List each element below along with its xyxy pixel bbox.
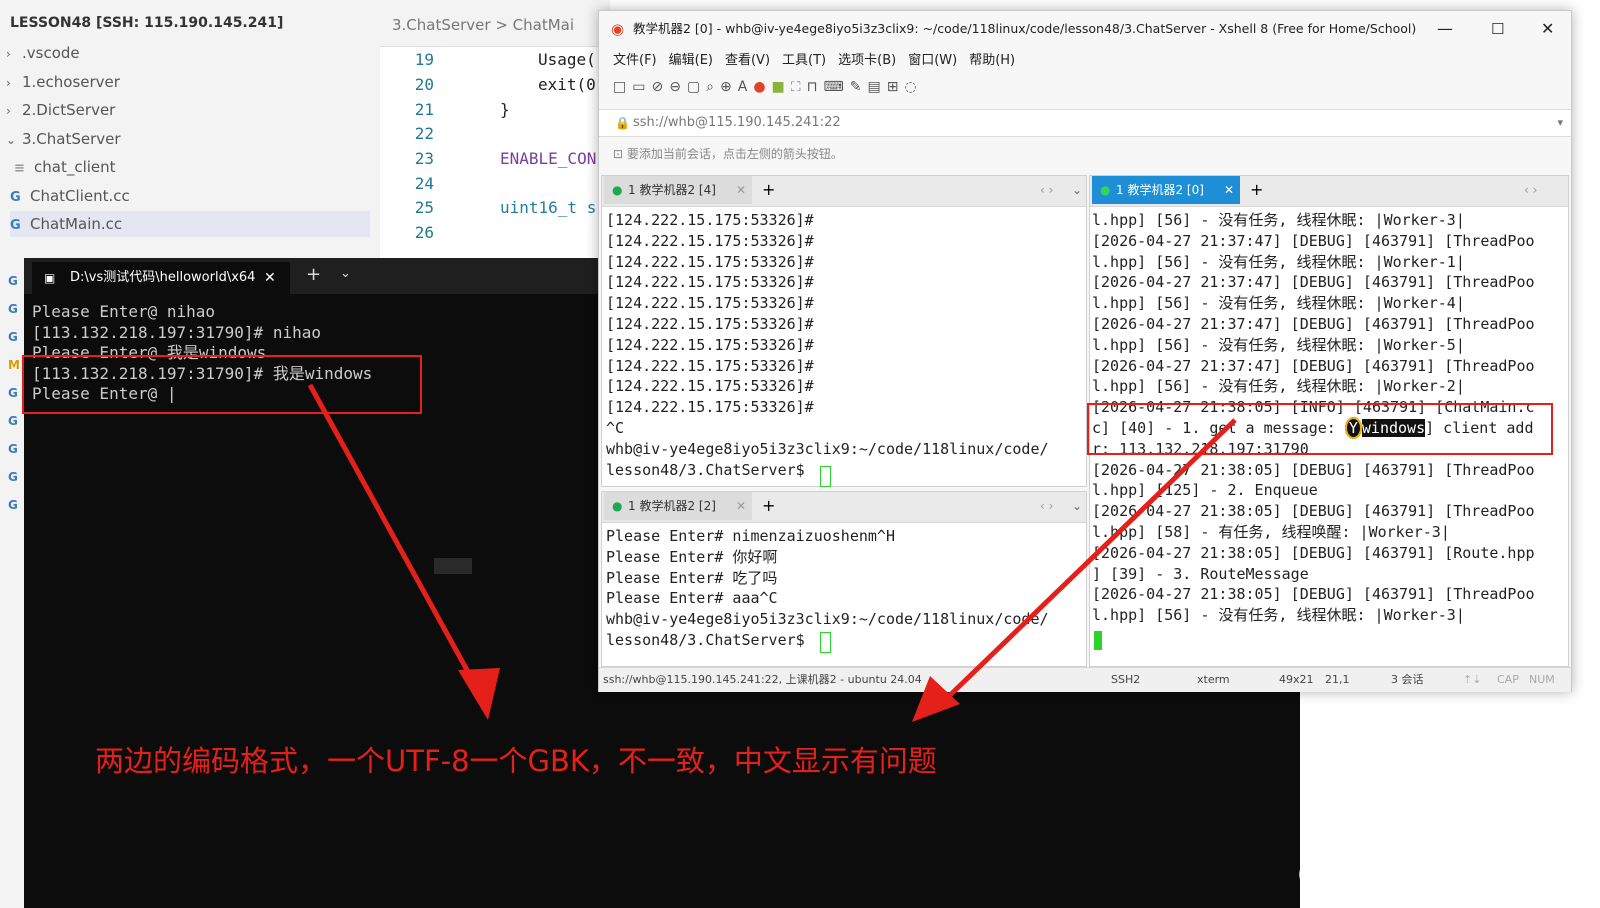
arrow-to-terminal <box>307 383 481 692</box>
watermark: CSDN @艾莉丝努力练剑 <box>1297 861 1588 891</box>
arrow-to-log <box>943 418 1237 702</box>
arrowhead-icon <box>458 668 500 720</box>
annotation-caption: 两边的编码格式，一个UTF-8一个GBK，不一致，中文显示有问题 <box>95 744 937 778</box>
arrowhead-icon <box>912 676 960 722</box>
